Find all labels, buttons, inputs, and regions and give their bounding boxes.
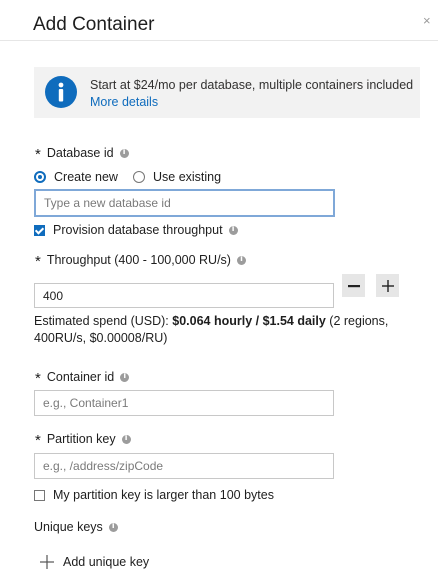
minus-icon	[347, 284, 360, 287]
large-partition-key-option[interactable]: My partition key is larger than 100 byte…	[34, 488, 274, 502]
help-icon[interactable]	[236, 254, 246, 265]
more-details-link[interactable]: More details	[90, 95, 158, 109]
required-marker: *	[35, 253, 41, 270]
throughput-value: 400	[43, 288, 64, 303]
database-id-label: * Database id	[35, 146, 129, 163]
help-icon[interactable]	[228, 224, 238, 235]
partition-key-placeholder: e.g., /address/zipCode	[43, 459, 164, 473]
radio-create-new[interactable]: Create new	[34, 170, 118, 184]
container-id-label: * Container id	[35, 370, 130, 387]
info-message: Start at $24/mo per database, multiple c…	[90, 78, 414, 92]
decrease-throughput-button[interactable]	[342, 274, 365, 297]
throughput-label-text: Throughput (400 - 100,000 RU/s)	[46, 253, 231, 267]
throughput-label: * Throughput (400 - 100,000 RU/s)	[35, 253, 246, 270]
radio-create-new-label: Create new	[54, 170, 118, 184]
help-icon[interactable]	[121, 433, 131, 444]
container-id-placeholder: e.g., Container1	[43, 396, 129, 410]
increase-throughput-button[interactable]	[376, 274, 399, 297]
throughput-input[interactable]: 400	[34, 283, 334, 308]
required-marker: *	[35, 370, 41, 387]
database-id-placeholder: Type a new database id	[44, 196, 171, 210]
large-partition-key-label: My partition key is larger than 100 byte…	[53, 488, 274, 502]
plus-icon	[40, 555, 54, 569]
add-unique-key-label: Add unique key	[63, 555, 150, 569]
provision-throughput-option[interactable]: Provision database throughput	[34, 223, 238, 237]
help-icon[interactable]	[108, 521, 118, 532]
required-marker: *	[35, 146, 41, 163]
title-divider	[0, 40, 438, 41]
radio-button[interactable]	[133, 171, 145, 183]
radio-button-selected[interactable]	[34, 171, 46, 183]
spend-amount: $0.064 hourly / $1.54 daily	[172, 314, 326, 328]
close-icon[interactable]: ×	[423, 14, 431, 27]
add-unique-key-button[interactable]: Add unique key	[40, 555, 149, 569]
estimated-spend: Estimated spend (USD): $0.064 hourly / $…	[34, 313, 429, 347]
radio-use-existing[interactable]: Use existing	[133, 170, 221, 184]
radio-use-existing-label: Use existing	[153, 170, 222, 184]
partition-key-input[interactable]: e.g., /address/zipCode	[34, 453, 334, 479]
provision-throughput-label: Provision database throughput	[53, 223, 223, 237]
plus-icon	[381, 279, 394, 292]
info-banner: Start at $24/mo per database, multiple c…	[34, 67, 420, 118]
large-partition-key-checkbox[interactable]	[34, 489, 45, 501]
partition-key-label: * Partition key	[35, 432, 131, 449]
unique-keys-label: Unique keys	[34, 520, 118, 534]
provision-throughput-checkbox[interactable]	[34, 224, 45, 236]
unique-keys-label-text: Unique keys	[34, 520, 103, 534]
database-id-input[interactable]: Type a new database id	[34, 189, 335, 217]
partition-key-label-text: Partition key	[46, 432, 116, 446]
info-icon	[45, 76, 77, 108]
help-icon[interactable]	[119, 147, 129, 158]
container-id-input[interactable]: e.g., Container1	[34, 390, 334, 416]
database-id-label-text: Database id	[46, 146, 114, 160]
required-marker: *	[35, 432, 41, 449]
dialog-title: Add Container	[33, 14, 155, 35]
container-id-label-text: Container id	[46, 370, 115, 384]
help-icon[interactable]	[120, 371, 130, 382]
spend-prefix: Estimated spend (USD):	[34, 314, 173, 328]
